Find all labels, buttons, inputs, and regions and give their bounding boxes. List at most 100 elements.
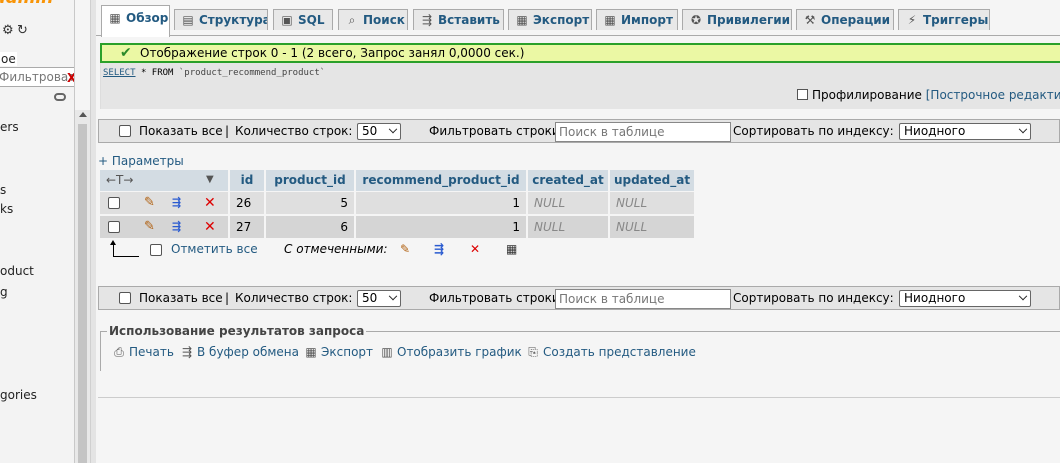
cell-created-at[interactable]: NULL [528, 216, 608, 238]
print-link[interactable]: ⎙ Печать [111, 345, 174, 359]
column-tools-header: ←T→ ▼ [100, 170, 228, 191]
copy-icon[interactable]: ⇶ [172, 216, 181, 238]
cell-recommend-product-id[interactable]: 1 [356, 216, 526, 238]
pencil-icon[interactable]: ✎ [400, 240, 410, 258]
tab-import[interactable]: ▦ Импорт [596, 9, 678, 30]
tree-item[interactable]: s [0, 183, 6, 197]
sort-by-index-select[interactable]: Ниодного [899, 290, 1031, 307]
print-icon: ⎙ [114, 345, 124, 359]
column-header[interactable]: recommend_product_id [356, 170, 526, 191]
delete-icon[interactable]: ✕ [470, 240, 480, 258]
show-all-checkbox[interactable] [119, 292, 131, 307]
link-icon[interactable] [54, 93, 66, 101]
bottom-navigation-bar: Показать все | Количество строк: 50 Филь… [98, 286, 1060, 310]
tab-bar: ▦ Обзор ▤ Структура ▣ SQL ⌕ Поиск ⇶ Вставить … [96, 0, 1060, 37]
column-header[interactable]: product_id [266, 170, 354, 191]
sort-by-index-select[interactable]: Ниодного [899, 123, 1031, 140]
tab-insert[interactable]: ⇶ Вставить [413, 9, 504, 30]
rows-count-label: Количество строк: [235, 291, 353, 305]
tab-privileges[interactable]: ✪ Привилегии [682, 9, 792, 30]
chevron-down-icon [1018, 124, 1028, 134]
tree-item[interactable]: ks [0, 202, 13, 216]
rows-count-select[interactable]: 50 [357, 123, 401, 140]
tab-browse[interactable]: ▦ Обзор [101, 5, 170, 37]
check-all-checkbox[interactable] [150, 243, 162, 261]
arrow-up-icon [110, 240, 139, 258]
chevron-down-icon[interactable]: ▼ [206, 170, 214, 190]
profiling-control: Профилирование [Построчное редактиро [797, 88, 1060, 102]
rows-count-select[interactable]: 50 [357, 290, 401, 307]
current-database[interactable]: oe [0, 52, 17, 66]
inline-edit-link[interactable]: [Построчное редактиро [926, 88, 1060, 102]
clear-filter-button[interactable]: X [67, 71, 74, 85]
with-selected-label: С отмеченными: [284, 242, 388, 256]
tab-structure[interactable]: ▤ Структура [174, 9, 268, 30]
row-checkbox[interactable] [108, 221, 120, 233]
tree-item[interactable]: g [0, 285, 8, 299]
options-toggle-link[interactable]: + Параметры [98, 154, 184, 168]
check-all-label[interactable]: Отметить все [171, 240, 258, 258]
sql-query-box: SELECT * FROM `product_recommend_product… [100, 63, 1060, 109]
cell-product-id[interactable]: 5 [266, 192, 354, 214]
tree-item[interactable]: oduct [0, 264, 34, 278]
sql-keyword-from: FROM [151, 68, 174, 78]
nav-filter-input[interactable]: Фильтровать [0, 67, 74, 87]
cell-updated-at[interactable]: NULL [610, 216, 694, 238]
nav-icons-row: ⚙ ↻ [0, 24, 34, 38]
cell-created-at[interactable]: NULL [528, 192, 608, 214]
tab-export[interactable]: ▦ Экспорт [508, 9, 592, 30]
export-label: Экспорт [321, 345, 374, 359]
cell-product-id[interactable]: 6 [266, 216, 354, 238]
filter-rows-label: Фильтровать строки: [429, 291, 564, 305]
pencil-icon[interactable]: ✎ [144, 192, 155, 214]
scroll-up-arrow-icon[interactable] [79, 112, 87, 117]
reload-icon[interactable]: ↻ [17, 24, 28, 38]
show-all-checkbox[interactable] [119, 125, 131, 140]
copy-icon[interactable]: ⇶ [172, 192, 181, 214]
table-icon: ▦ [109, 11, 121, 25]
insert-icon: ⇶ [421, 13, 433, 27]
tab-label: Операции [821, 13, 891, 27]
sql-query[interactable]: SELECT * FROM `product_recommend_product… [103, 68, 325, 79]
export-link[interactable]: ▦ Экспорт [303, 345, 373, 359]
clipboard-icon: ⇶ [181, 345, 193, 359]
tab-triggers[interactable]: ⚡ Триггеры [898, 9, 990, 30]
column-header[interactable]: id [230, 170, 264, 191]
settings-icon[interactable]: ⚙ [2, 24, 14, 38]
cell-recommend-product-id[interactable]: 1 [356, 192, 526, 214]
sort-by-index-value: Ниодного [904, 291, 966, 305]
export-icon[interactable]: ▦ [506, 240, 517, 258]
delete-icon[interactable]: ✕ [204, 216, 216, 238]
tab-sql[interactable]: ▣ SQL [273, 9, 333, 30]
profiling-checkbox[interactable] [797, 89, 808, 100]
nav-scrollbar[interactable] [75, 110, 90, 463]
delete-icon[interactable]: ✕ [204, 192, 216, 214]
cell-id[interactable]: 26 [230, 192, 264, 214]
view-label: Создать представление [543, 345, 696, 359]
tree-item[interactable]: ers [0, 120, 19, 134]
sql-star: * [140, 68, 147, 78]
cell-id[interactable]: 27 [230, 216, 264, 238]
tree-item[interactable]: gories [0, 388, 37, 402]
display-chart-link[interactable]: ▥ Отобразить график [379, 345, 521, 359]
tab-label: SQL [298, 13, 325, 27]
copy-to-clipboard-link[interactable]: ⇶ В буфер обмена [179, 345, 299, 359]
sql-keyword-select[interactable]: SELECT [103, 68, 136, 78]
pencil-icon[interactable]: ✎ [144, 216, 155, 238]
column-header[interactable]: created_at [528, 170, 608, 191]
scroll-thumb[interactable] [78, 124, 87, 463]
column-arrows-icon[interactable]: ←T→ [106, 170, 133, 190]
filter-rows-input[interactable]: Поиск в таблице [555, 122, 731, 142]
cell-updated-at[interactable]: NULL [610, 192, 694, 214]
sort-by-index-value: Ниодного [904, 124, 966, 138]
view-icon: ⎘ [528, 345, 538, 359]
tab-search[interactable]: ⌕ Поиск [338, 9, 408, 30]
copy-icon[interactable]: ⇶ [434, 240, 444, 258]
filter-rows-input[interactable]: Поиск в таблице [555, 289, 731, 309]
clipboard-label: В буфер обмена [197, 345, 299, 359]
sort-by-index-label: Сортировать по индексу: [733, 291, 894, 305]
create-view-link[interactable]: ⎘ Создать представление [525, 345, 696, 359]
tab-operations[interactable]: ⚒ Операции [796, 9, 894, 30]
column-header[interactable]: updated_at [610, 170, 694, 191]
row-checkbox[interactable] [108, 197, 120, 209]
